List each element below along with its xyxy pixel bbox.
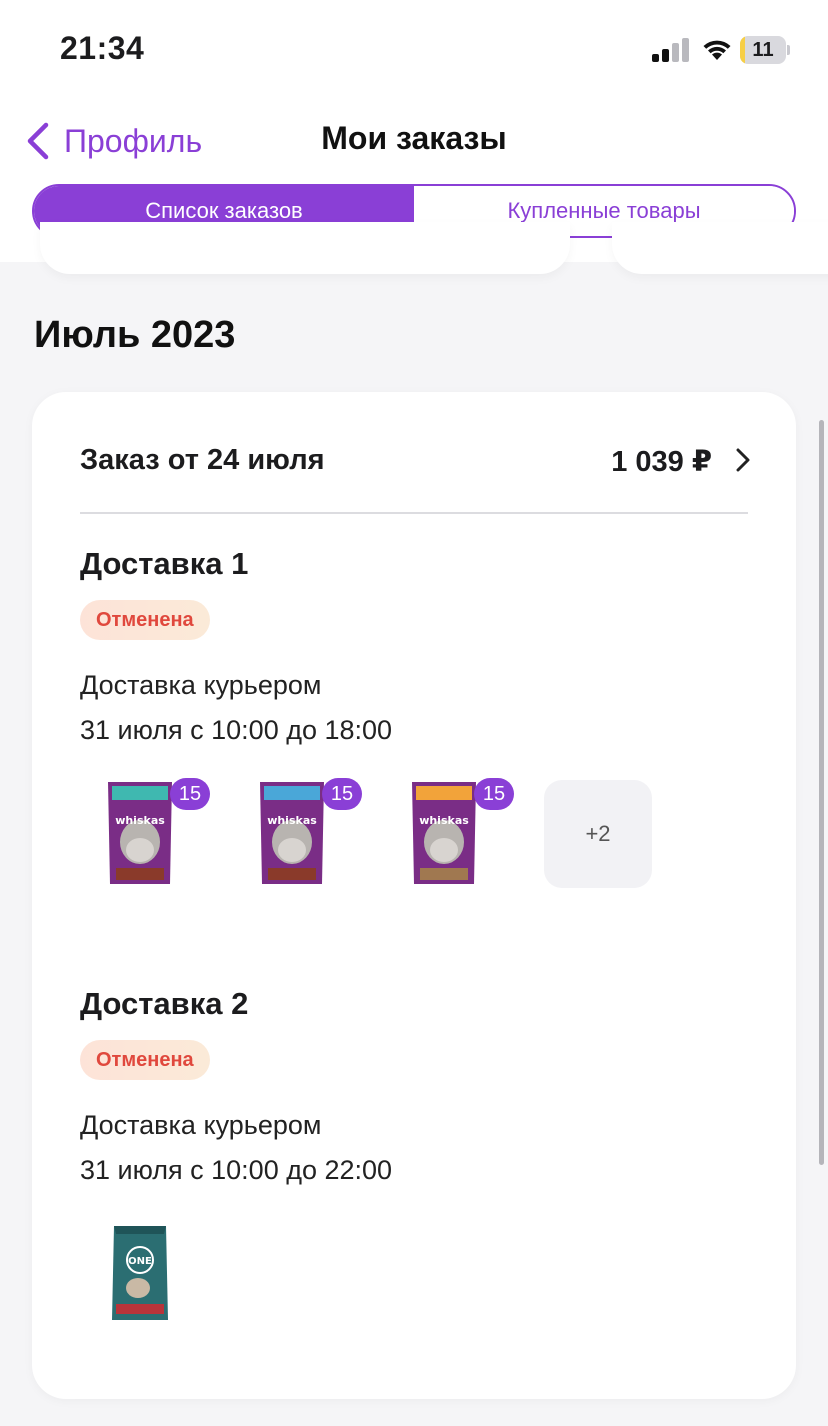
chevron-right-icon xyxy=(736,448,750,472)
delivery-title: Доставка 2 xyxy=(80,986,249,1021)
battery-icon: 11 xyxy=(740,36,790,64)
whiskas-pouch-image: whiskas xyxy=(412,782,476,884)
status-time: 21:34 xyxy=(60,30,145,66)
cat-food-bag-image: ONE xyxy=(112,1226,168,1320)
more-products-button[interactable]: +2 xyxy=(544,780,652,888)
divider xyxy=(80,512,748,514)
product-thumbnail[interactable]: whiskas 15 xyxy=(90,778,210,900)
product-thumbnails: ONE xyxy=(80,1220,760,1340)
product-thumbnail[interactable]: whiskas 15 xyxy=(394,778,514,900)
delivery-time: 31 июля с 10:00 до 18:00 xyxy=(80,715,393,745)
back-button[interactable]: Профиль xyxy=(24,116,202,166)
battery-level: 11 xyxy=(752,39,774,61)
status-badge: Отменена xyxy=(80,600,210,640)
brand-text: whiskas xyxy=(419,814,469,827)
product-thumbnail[interactable]: whiskas 15 xyxy=(242,778,362,900)
brand-text: ONE xyxy=(128,1256,152,1267)
order-header[interactable]: Заказ от 24 июля 1 039 ₽ xyxy=(80,438,750,486)
wifi-icon xyxy=(703,40,731,60)
quantity-badge: 15 xyxy=(322,778,362,810)
delivery-time: 31 июля с 10:00 до 22:00 xyxy=(80,1155,393,1185)
signal-icon xyxy=(652,38,689,62)
chevron-left-icon xyxy=(27,122,49,160)
order-total: 1 039 ₽ xyxy=(611,446,712,478)
product-thumbnails: whiskas 15 whiskas 15 whiskas 15 +2 xyxy=(80,778,760,900)
delivery-section: Доставка 1 Отменена Доставка курьером 31… xyxy=(80,546,760,900)
whiskas-pouch-image: whiskas xyxy=(260,782,324,884)
delivery-method: Доставка курьером xyxy=(80,670,322,700)
month-section-title: Июль 2023 xyxy=(34,314,236,356)
delivery-method: Доставка курьером xyxy=(80,1110,322,1140)
scrollbar[interactable] xyxy=(819,420,824,1165)
previous-card-edge-right xyxy=(612,222,828,274)
quantity-badge: 15 xyxy=(170,778,210,810)
brand-text: whiskas xyxy=(115,814,165,827)
whiskas-pouch-image: whiskas xyxy=(108,782,172,884)
status-bar: 21:34 11 xyxy=(0,0,828,100)
order-title: Заказ от 24 июля xyxy=(80,444,325,476)
previous-card-edge xyxy=(40,222,570,274)
back-label: Профиль xyxy=(64,122,203,159)
delivery-section: Доставка 2 Отменена Доставка курьером 31… xyxy=(80,986,760,1340)
status-badge: Отменена xyxy=(80,1040,210,1080)
quantity-badge: 15 xyxy=(474,778,514,810)
delivery-title: Доставка 1 xyxy=(80,546,249,581)
product-thumbnail[interactable]: ONE xyxy=(90,1220,210,1340)
order-card: Заказ от 24 июля 1 039 ₽ Доставка 1 Отме… xyxy=(32,392,796,1399)
brand-text: whiskas xyxy=(267,814,317,827)
